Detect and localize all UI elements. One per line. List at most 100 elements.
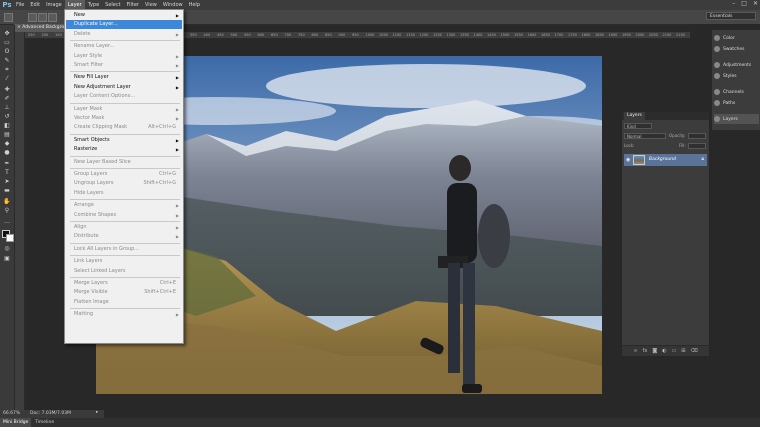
menu-item-new[interactable]: New ▶ <box>66 11 182 20</box>
dock-swatches[interactable]: Swatches <box>714 44 759 54</box>
menu-item-flatten-image[interactable]: Flatten Image <box>66 298 182 307</box>
history-brush-tool-icon[interactable]: ↺ <box>3 114 11 120</box>
layer-row-background[interactable]: ◉ Background 🔒︎ <box>624 154 707 166</box>
menu-item-layer-style[interactable]: Layer Style ▶ <box>66 52 182 61</box>
menu-item-merge-layers[interactable]: Merge Layers Ctrl+E <box>66 279 182 288</box>
lock-label: Lock: <box>624 143 635 148</box>
screen-mode-icon[interactable]: ▣ <box>3 256 11 262</box>
menu-item-link-layers[interactable]: Link Layers <box>66 257 182 266</box>
fill-input[interactable] <box>688 143 706 149</box>
menu-item-shortcut: Ctrl+G <box>159 171 176 177</box>
menu-item-duplicate-layer[interactable]: Duplicate Layer... <box>66 20 182 30</box>
document-tab[interactable]: × Advanced Backgrou... <box>14 24 70 32</box>
tab-mini-bridge[interactable]: Mini Bridge <box>0 418 32 427</box>
ruler-tick-label: 350 <box>190 33 197 37</box>
layer-name[interactable]: Background <box>649 154 676 166</box>
zoom-tool-icon[interactable]: ⚲ <box>3 208 11 214</box>
hand-tool-icon[interactable]: ✋ <box>3 199 11 205</box>
menu-item-new-fill-layer[interactable]: New Fill Layer ▶ <box>66 73 182 82</box>
dock-paths[interactable]: Paths <box>714 98 759 108</box>
quick-mask-icon[interactable]: ◎ <box>3 246 11 252</box>
menu-item-smart-filter[interactable]: Smart Filter ▶ <box>66 61 182 70</box>
blend-mode-select[interactable]: Normal <box>624 133 666 139</box>
blur-tool-icon[interactable]: ◆ <box>3 141 11 147</box>
lock-icon[interactable]: 🔒︎ <box>701 156 704 162</box>
tab-timeline[interactable]: Timeline <box>32 418 57 427</box>
dock-color[interactable]: Color <box>714 33 759 43</box>
menu-item-align[interactable]: Align ▶ <box>66 223 182 232</box>
eyedropper-tool-icon[interactable]: ⁄ <box>3 76 11 82</box>
lasso-tool-icon[interactable]: ʘ <box>3 49 11 55</box>
dock-channels[interactable]: Channels <box>714 87 759 97</box>
background-color-swatch[interactable] <box>6 234 14 242</box>
adjustment-icon[interactable]: ◐ <box>662 348 666 354</box>
edit-toolbar-icon[interactable]: … <box>3 219 11 225</box>
new-layer-icon[interactable]: ⊞ <box>681 348 685 354</box>
align-center-icon[interactable] <box>38 13 47 22</box>
menu-item-delete[interactable]: Delete ▶ <box>66 30 182 39</box>
trash-icon[interactable]: ⌫ <box>691 348 698 354</box>
dodge-tool-icon[interactable]: ● <box>3 150 11 156</box>
menu-item-new-adjustment-layer[interactable]: New Adjustment Layer ▶ <box>66 83 182 92</box>
healing-brush-tool-icon[interactable]: ✚ <box>3 87 11 93</box>
menu-item-layer-mask[interactable]: Layer Mask ▶ <box>66 105 182 114</box>
dock-adjustments[interactable]: Adjustments <box>714 60 759 70</box>
layers-tab[interactable]: Layers <box>624 112 645 120</box>
menu-item-merge-visible[interactable]: Merge Visible Shift+Ctrl+E <box>66 288 182 297</box>
marquee-tool-icon[interactable]: ▭ <box>3 40 11 46</box>
gradient-tool-icon[interactable]: ▤ <box>3 132 11 138</box>
menu-item-lock-all-layers-in-group[interactable]: Lock All Layers in Group... <box>66 245 182 254</box>
dock-layers[interactable]: Layers <box>714 114 759 124</box>
menu-item-ungroup-layers[interactable]: Ungroup Layers Shift+Ctrl+G <box>66 179 182 188</box>
dock-styles[interactable]: Styles <box>714 71 759 81</box>
path-select-tool-icon[interactable]: ➤ <box>3 179 11 185</box>
type-tool-icon[interactable]: T <box>3 170 11 176</box>
tool-preset-icon[interactable] <box>4 13 13 22</box>
menu-item-rasterize[interactable]: Rasterize ▶ <box>66 145 182 154</box>
menu-item-arrange[interactable]: Arrange ▶ <box>66 201 182 210</box>
menu-item-hide-layers[interactable]: Hide Layers <box>66 189 182 198</box>
layer-filter-select[interactable]: Kind <box>624 123 652 129</box>
minimize-button[interactable]: – <box>732 0 735 7</box>
menu-edit[interactable]: Edit <box>27 0 43 10</box>
menu-item-new-layer-based-slice[interactable]: New Layer Based Slice <box>66 158 182 167</box>
menu-separator <box>70 199 180 201</box>
move-tool-icon[interactable]: ✥ <box>3 31 11 37</box>
align-left-icon[interactable] <box>28 13 37 22</box>
menu-item-group-layers[interactable]: Group Layers Ctrl+G <box>66 170 182 179</box>
maximize-button[interactable]: □ <box>741 0 747 7</box>
menu-item-distribute[interactable]: Distribute ▶ <box>66 232 182 241</box>
menu-image[interactable]: Image <box>43 0 65 10</box>
zoom-level[interactable]: 66.67% <box>3 411 20 416</box>
crop-tool-icon[interactable]: ⌗ <box>3 67 11 73</box>
menu-item-rename-layer[interactable]: Rename Layer... <box>66 42 182 51</box>
menu-item-vector-mask[interactable]: Vector Mask ▶ <box>66 114 182 123</box>
pen-tool-icon[interactable]: ✒ <box>3 161 11 167</box>
visibility-eye-icon[interactable]: ◉ <box>626 157 630 163</box>
workspace-switcher[interactable]: Essentials <box>706 12 756 20</box>
menu-item-create-clipping-mask[interactable]: Create Clipping Mask Alt+Ctrl+G <box>66 123 182 132</box>
menu-item-smart-objects[interactable]: Smart Objects ▶ <box>66 136 182 145</box>
menu-item-shortcut: Shift+Ctrl+E <box>144 289 176 296</box>
mask-icon[interactable]: ◙ <box>652 348 657 354</box>
menu-separator <box>70 102 180 104</box>
quick-select-tool-icon[interactable]: ✎ <box>3 58 11 64</box>
shape-tool-icon[interactable]: ▬ <box>3 188 11 194</box>
align-right-icon[interactable] <box>48 13 57 22</box>
menu-help[interactable]: Help <box>186 0 203 10</box>
group-icon[interactable]: ▭ <box>672 348 677 354</box>
eraser-tool-icon[interactable]: ◧ <box>3 123 11 129</box>
opacity-input[interactable] <box>688 133 706 139</box>
close-button[interactable]: ✕ <box>753 0 758 7</box>
link-icon[interactable]: ∞ <box>633 348 637 354</box>
menu-item-combine-shapes[interactable]: Combine Shapes ▶ <box>66 211 182 220</box>
menu-item-select-linked-layers[interactable]: Select Linked Layers <box>66 267 182 276</box>
ruler-tick-label: 1200 <box>419 33 429 37</box>
fx-icon[interactable]: fx <box>643 348 648 354</box>
menu-item-layer-content-options[interactable]: Layer Content Options... <box>66 92 182 101</box>
brush-tool-icon[interactable]: ✐ <box>3 96 11 102</box>
menu-item-matting[interactable]: Matting ▶ <box>66 310 182 319</box>
clone-stamp-tool-icon[interactable]: ⊥ <box>3 105 11 111</box>
menu-file[interactable]: File <box>13 0 27 10</box>
status-arrow-icon[interactable]: ▸ <box>96 410 98 415</box>
